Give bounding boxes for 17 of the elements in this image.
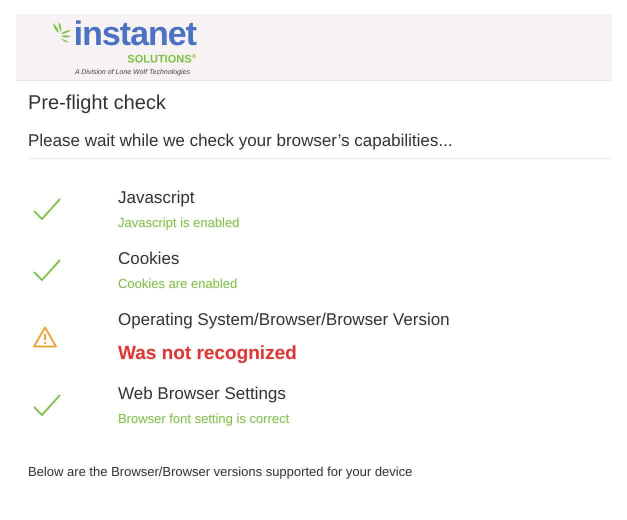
- checkmark-icon: [33, 258, 61, 280]
- footer-text: Below are the Browser/Browser versions supported for your device: [28, 464, 414, 479]
- check-status: Browser font setting is correct: [118, 411, 290, 426]
- checkmark-icon: [33, 394, 61, 416]
- check-name: Javascript: [118, 187, 196, 209]
- warning-icon: [33, 326, 57, 348]
- check-name: Web Browser Settings: [118, 383, 287, 405]
- page-subtitle: Please wait while we check your browser’s capabilities...: [28, 130, 612, 159]
- check-status: Was not recognized: [118, 343, 298, 365]
- logo-wordmark: instanet: [74, 17, 196, 51]
- logo-subtitle: SOLUTIONS$^{®}$: [127, 52, 196, 66]
- check-status: Cookies are enabled: [118, 276, 238, 291]
- check-name: Operating System/Browser/Browser Version: [118, 309, 450, 331]
- check-name: Cookies: [118, 248, 180, 270]
- page-title: Pre-flight check: [28, 91, 167, 115]
- checkmark-icon: [33, 198, 61, 220]
- check-status: Javascript is enabled: [118, 215, 240, 230]
